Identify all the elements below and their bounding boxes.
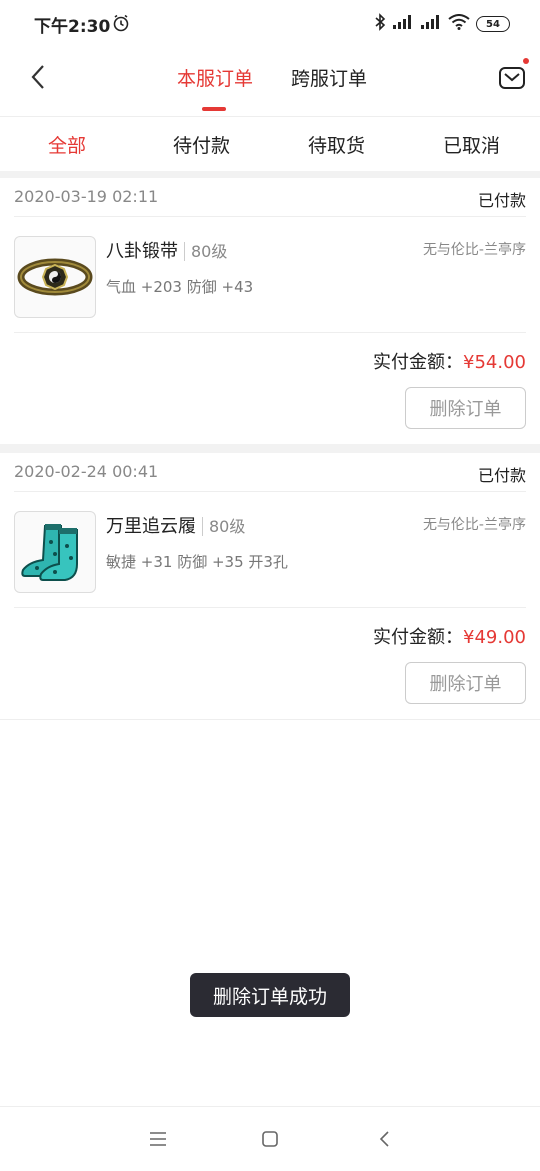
item-name: 八卦锻带 bbox=[106, 241, 178, 262]
order-card: 2020-03-19 02:11 已付款 八卦锻带 80级 无与伦比-兰亭序 气血… bbox=[0, 178, 540, 444]
battery-icon: 54 bbox=[476, 16, 510, 32]
status-icons: 54 bbox=[374, 13, 510, 35]
header: 本服订单 跨服订单 bbox=[0, 48, 540, 117]
menu-button[interactable] bbox=[144, 1125, 172, 1153]
paid-label: 实付金额： bbox=[373, 352, 464, 373]
divider bbox=[0, 171, 540, 178]
paid-total: 实付金额：¥54.00 bbox=[373, 348, 526, 374]
paid-label: 实付金额： bbox=[373, 627, 464, 648]
item-server: 无与伦比-兰亭序 bbox=[422, 242, 526, 258]
status-time: 下午2:30 bbox=[34, 17, 111, 37]
order-footer: 实付金额：¥54.00 删除订单 bbox=[14, 332, 526, 444]
home-button[interactable] bbox=[256, 1125, 284, 1153]
tab-local-orders[interactable]: 本服订单 bbox=[177, 64, 253, 91]
order-date: 2020-02-24 00:41 bbox=[14, 462, 159, 481]
filter-bar: 全部 待付款 待取货 已取消 bbox=[0, 117, 540, 172]
boots-icon bbox=[14, 511, 96, 593]
active-tab-indicator bbox=[202, 107, 226, 111]
filter-all[interactable]: 全部 bbox=[48, 131, 86, 158]
belt-icon bbox=[14, 236, 96, 318]
tab-cross-server-orders[interactable]: 跨服订单 bbox=[291, 64, 367, 91]
order-header: 2020-02-24 00:41 已付款 bbox=[14, 453, 526, 492]
item-title: 八卦锻带 80级 bbox=[106, 237, 228, 263]
paid-total: 实付金额：¥49.00 bbox=[373, 623, 526, 649]
menu-icon bbox=[150, 1132, 166, 1146]
item-server: 无与伦比-兰亭序 bbox=[422, 517, 526, 533]
bluetooth-icon bbox=[374, 13, 386, 35]
signal-icon bbox=[392, 14, 414, 34]
order-status: 已付款 bbox=[477, 466, 526, 485]
item-level: 80级 bbox=[184, 242, 228, 261]
item-attributes: 气血 +203 防御 +43 bbox=[106, 278, 254, 296]
system-back-button[interactable] bbox=[370, 1125, 398, 1153]
chevron-left-icon bbox=[31, 65, 44, 89]
toast-message: 删除订单成功 bbox=[190, 973, 350, 1017]
item-title: 万里追云履 80级 bbox=[106, 512, 246, 538]
order-header: 2020-03-19 02:11 已付款 bbox=[14, 178, 526, 217]
delete-order-button[interactable]: 删除订单 bbox=[405, 662, 526, 704]
filter-pending-payment[interactable]: 待付款 bbox=[173, 131, 230, 158]
paid-amount: ¥54.00 bbox=[463, 352, 526, 373]
chevron-left-icon bbox=[379, 1131, 389, 1147]
order-footer: 实付金额：¥49.00 删除订单 bbox=[14, 607, 526, 719]
order-card: 2020-02-24 00:41 已付款 万里追云履 80级 无与伦比-兰亭序 敏… bbox=[0, 453, 540, 720]
back-button[interactable] bbox=[26, 62, 50, 92]
item-name: 万里追云履 bbox=[106, 516, 196, 537]
home-icon bbox=[262, 1131, 278, 1147]
messages-button[interactable] bbox=[498, 58, 529, 92]
system-nav-bar bbox=[0, 1106, 540, 1171]
order-date: 2020-03-19 02:11 bbox=[14, 187, 159, 206]
wifi-icon bbox=[448, 14, 470, 34]
signal-icon bbox=[420, 14, 442, 34]
unread-dot bbox=[523, 58, 529, 64]
alarm-icon bbox=[112, 14, 130, 36]
order-status: 已付款 bbox=[477, 191, 526, 210]
order-item[interactable]: 八卦锻带 80级 无与伦比-兰亭序 气血 +203 防御 +43 bbox=[14, 216, 526, 333]
divider bbox=[0, 444, 540, 453]
item-level: 80级 bbox=[202, 517, 246, 536]
status-bar: 下午2:30 54 bbox=[0, 0, 540, 48]
filter-cancelled[interactable]: 已取消 bbox=[443, 131, 500, 158]
item-attributes: 敏捷 +31 防御 +35 开3孔 bbox=[106, 553, 288, 571]
order-item[interactable]: 万里追云履 80级 无与伦比-兰亭序 敏捷 +31 防御 +35 开3孔 bbox=[14, 491, 526, 608]
delete-order-button[interactable]: 删除订单 bbox=[405, 387, 526, 429]
paid-amount: ¥49.00 bbox=[463, 627, 526, 648]
mail-icon bbox=[499, 67, 525, 89]
filter-pending-pickup[interactable]: 待取货 bbox=[308, 131, 365, 158]
